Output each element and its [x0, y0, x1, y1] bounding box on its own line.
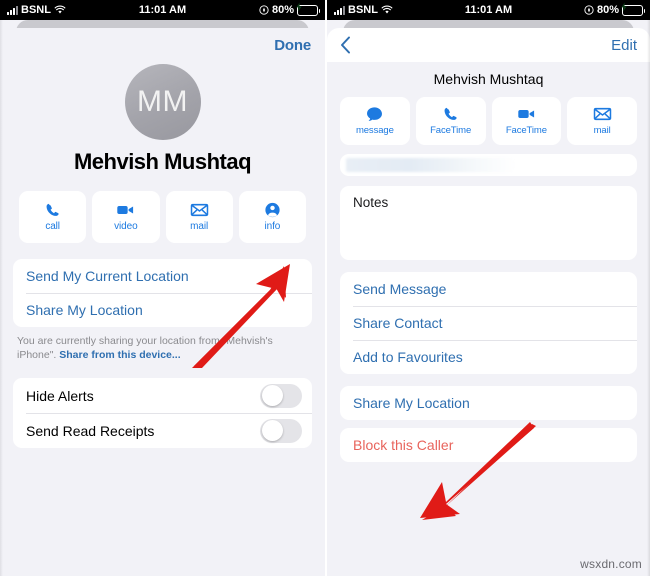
envelope-icon	[190, 203, 208, 217]
left-phone-screen: BSNL 11:01 AM 80% Done MM Mehvish Mushta…	[0, 0, 325, 576]
share-location-card: Share My Location	[340, 386, 637, 420]
action-call-button[interactable]: call	[19, 191, 87, 243]
send-read-receipts-toggle[interactable]	[260, 418, 302, 443]
charging-bolt-icon	[621, 2, 627, 11]
action-mail-button[interactable]: mail	[567, 97, 637, 145]
action-call-label: call	[45, 221, 60, 232]
block-this-caller-row[interactable]: Block this Caller	[340, 428, 637, 462]
action-message-label: message	[355, 125, 394, 136]
hide-alerts-toggle[interactable]	[260, 383, 302, 408]
hide-alerts-label: Hide Alerts	[26, 387, 94, 404]
contact-actions-card: Send Message Share Contact Add to Favour…	[340, 272, 637, 374]
location-sharing-hint: You are currently sharing your location …	[0, 327, 325, 362]
chevron-left-icon[interactable]	[340, 36, 351, 54]
screenshot-root: BSNL 11:01 AM 80% Done MM Mehvish Mushta…	[0, 0, 650, 576]
message-settings-card: Hide Alerts Send Read Receipts	[13, 378, 312, 449]
send-read-receipts-label: Send Read Receipts	[26, 422, 155, 439]
redacted-phone-number-card[interactable]	[340, 154, 637, 176]
sheet-toolbar: Done	[0, 28, 325, 62]
left-edge-shadow	[0, 20, 3, 576]
avatar: MM	[124, 64, 201, 140]
charging-bolt-icon	[296, 2, 302, 11]
contact-name-header: Mehvish Mushtaq	[433, 71, 544, 87]
message-bubble-icon	[367, 107, 383, 122]
hide-alerts-row[interactable]: Hide Alerts	[13, 378, 312, 413]
done-button[interactable]: Done	[274, 37, 311, 54]
action-mail-label: mail	[190, 221, 209, 232]
action-video-button[interactable]: video	[92, 191, 160, 243]
share-from-device-link[interactable]: Share from this device...	[59, 349, 180, 361]
action-facetime-audio-button[interactable]: FaceTime	[415, 97, 486, 145]
location-card: Send My Current Location Share My Locati…	[13, 259, 312, 327]
person-circle-icon	[265, 202, 280, 218]
share-my-location-row[interactable]: Share My Location	[340, 386, 637, 420]
video-camera-icon	[117, 206, 134, 214]
contact-name: Mehvish Mushtaq	[73, 149, 252, 174]
share-contact-row[interactable]: Share Contact	[340, 306, 637, 340]
notes-card[interactable]: Notes	[340, 186, 637, 260]
add-to-favourites-row[interactable]: Add to Favourites	[340, 340, 637, 374]
envelope-icon	[593, 107, 611, 121]
watermark: wsxdn.com	[580, 557, 642, 571]
notes-label: Notes	[353, 195, 389, 210]
share-my-location-row[interactable]: Share My Location	[13, 293, 312, 327]
edit-button[interactable]: Edit	[611, 37, 637, 54]
action-mail-button[interactable]: mail	[165, 191, 233, 243]
clock-label: 11:01 AM	[138, 4, 187, 16]
send-read-receipts-row[interactable]: Send Read Receipts	[13, 413, 312, 448]
status-bar-right-phone: BSNL 11:01 AM 80%	[327, 0, 650, 20]
right-phone-screen: BSNL 11:01 AM 80% Edit Mehvish Mushtaq m…	[325, 0, 650, 576]
details-sheet: Done MM Mehvish Mushtaq call video mail …	[0, 28, 325, 576]
action-mail-label: mail	[593, 125, 611, 136]
navigation-bar: Edit	[327, 28, 650, 62]
send-current-location-row[interactable]: Send My Current Location	[13, 259, 312, 293]
contact-header: MM Mehvish Mushtaq	[0, 64, 325, 175]
video-camera-icon	[518, 110, 534, 118]
action-facetime-audio-label: FaceTime	[430, 125, 472, 136]
redacted-value	[346, 158, 516, 172]
action-facetime-video-button[interactable]: FaceTime	[491, 97, 562, 145]
action-video-label: video	[114, 221, 138, 232]
contact-quick-action-row: message FaceTime FaceTime mail	[327, 97, 650, 145]
action-facetime-video-label: FaceTime	[505, 125, 547, 136]
contact-card-sheet: Edit Mehvish Mushtaq message FaceTime Fa…	[327, 28, 650, 576]
battery-charging-icon	[296, 2, 320, 16]
action-message-button[interactable]: message	[340, 97, 410, 145]
block-caller-card: Block this Caller	[340, 428, 637, 462]
quick-action-row: call video mail info	[0, 191, 325, 243]
clock-label: 11:01 AM	[464, 4, 513, 16]
status-bar: BSNL 11:01 AM 80%	[0, 0, 325, 20]
battery-charging-icon	[621, 2, 645, 16]
send-message-row[interactable]: Send Message	[340, 272, 637, 306]
action-info-label: info	[264, 221, 281, 232]
phone-icon	[46, 203, 59, 216]
action-info-button[interactable]: info	[238, 191, 306, 243]
phone-icon	[444, 107, 457, 120]
